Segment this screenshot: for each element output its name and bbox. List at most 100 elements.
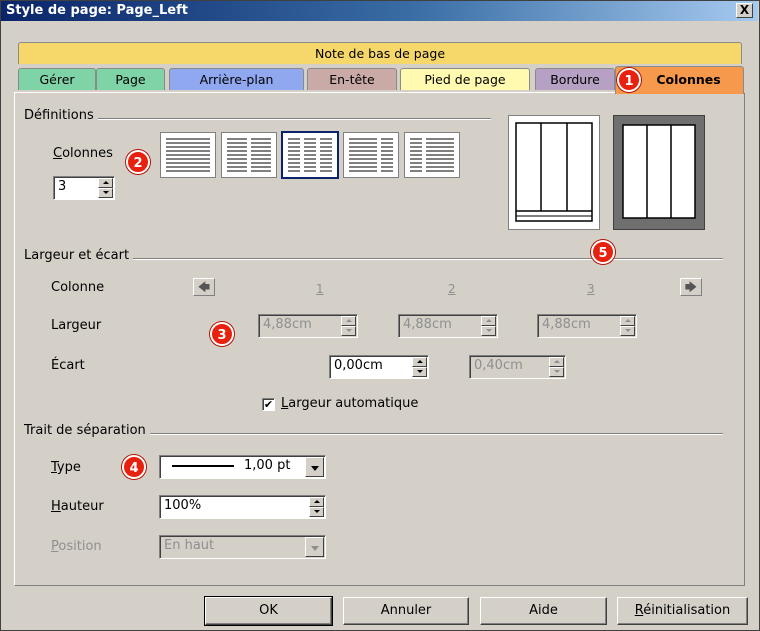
annotation-badge-1: 1 xyxy=(617,68,641,92)
auto-width-checkbox[interactable]: ✔ xyxy=(262,398,275,411)
layout-3-icon xyxy=(288,138,332,172)
help-label: Aide xyxy=(529,603,558,618)
tab-manage-label: Gérer xyxy=(39,72,75,87)
page-preview-right xyxy=(613,115,705,230)
column-number-1: 1 xyxy=(316,282,324,296)
layout-2-columns[interactable] xyxy=(221,132,277,178)
separator-title: Trait de séparation xyxy=(24,423,150,438)
columns-value: 3 xyxy=(58,179,67,194)
arrow-right-icon: 🡆 xyxy=(684,280,698,294)
layout-2-columns-left-wide[interactable] xyxy=(343,132,399,178)
layout-1-column[interactable] xyxy=(160,132,216,178)
spin-up-icon[interactable] xyxy=(341,316,356,326)
spacing-label: Écart xyxy=(51,358,85,373)
reset-accel: R xyxy=(634,603,644,618)
chevron-down-icon[interactable] xyxy=(305,537,324,557)
width-3-value: 4,88cm xyxy=(542,317,591,332)
spin-down-icon[interactable] xyxy=(98,188,113,198)
line-type-value: 1,00 pt xyxy=(244,458,291,473)
spin-up-icon[interactable] xyxy=(309,497,324,507)
spin-up-icon[interactable] xyxy=(549,357,564,367)
spin-up-icon[interactable] xyxy=(98,178,113,188)
column-number-3: 3 xyxy=(587,282,595,296)
reset-rest: éinitialisation xyxy=(643,603,731,618)
column-number-2: 2 xyxy=(448,282,456,296)
definitions-title: Définitions xyxy=(24,108,98,123)
auto-width-rest: argeur automatique xyxy=(288,396,419,411)
window-title: Style de page: Page_Left xyxy=(6,3,188,18)
tab-page[interactable]: Page xyxy=(96,68,165,90)
title-bar[interactable]: Style de page: Page_Left xyxy=(1,1,758,21)
layout-5-icon xyxy=(410,138,454,172)
spin-up-icon[interactable] xyxy=(412,357,427,367)
spacing-1-value: 0,00cm xyxy=(334,358,383,373)
type-label-rest: ype xyxy=(56,460,81,475)
layout-3-columns[interactable] xyxy=(281,131,339,179)
annotation-badge-5: 5 xyxy=(591,240,615,264)
columns-stepper[interactable]: 3 xyxy=(53,176,115,200)
column-right-arrow-button[interactable]: 🡆 xyxy=(680,278,702,296)
spacing-2-field[interactable]: 0,40cm xyxy=(469,355,566,379)
spin-up-icon[interactable] xyxy=(481,316,496,326)
close-icon: X xyxy=(739,3,750,17)
height-label-rest: auteur xyxy=(60,499,104,514)
height-value: 100% xyxy=(164,498,202,513)
spin-down-icon[interactable] xyxy=(412,367,427,377)
close-button[interactable]: X xyxy=(736,3,753,18)
page-preview-left xyxy=(508,115,600,230)
spin-down-icon[interactable] xyxy=(620,326,635,336)
tab-background[interactable]: Arrière-plan xyxy=(169,68,304,90)
spin-down-icon[interactable] xyxy=(341,326,356,336)
arrow-left-icon: 🡄 xyxy=(197,280,211,294)
width-2-field[interactable]: 4,88cm xyxy=(398,314,498,338)
columns-label-rest: olonnes xyxy=(62,146,113,161)
spin-down-icon[interactable] xyxy=(481,326,496,336)
width-1-field[interactable]: 4,88cm xyxy=(258,314,358,338)
type-label: Type xyxy=(51,460,81,475)
position-label: Position xyxy=(51,539,102,554)
columns-label-accel: C xyxy=(53,146,63,161)
reset-button[interactable]: Réinitialisation xyxy=(617,597,748,625)
tab-borders[interactable]: Bordure xyxy=(535,68,615,90)
width-2-value: 4,88cm xyxy=(403,317,452,332)
position-value: En haut xyxy=(164,538,215,553)
height-stepper[interactable]: 100% xyxy=(159,495,326,519)
layout-2-icon xyxy=(227,138,271,172)
auto-width-label[interactable]: Largeur automatique xyxy=(281,396,418,411)
position-select[interactable]: En haut xyxy=(159,535,326,559)
column-label: Colonne xyxy=(51,280,105,295)
annotation-badge-4: 4 xyxy=(122,455,146,479)
ok-label: OK xyxy=(259,603,278,618)
tab-footnote[interactable]: Note de bas de page xyxy=(18,42,742,64)
line-type-select[interactable]: 1,00 pt xyxy=(159,455,326,479)
column-left-arrow-button[interactable]: 🡄 xyxy=(193,278,215,296)
tab-columns-label: Colonnes xyxy=(656,72,721,87)
tab-footer[interactable]: Pied de page xyxy=(400,68,530,90)
spacing-2-value: 0,40cm xyxy=(474,358,523,373)
spin-down-icon[interactable] xyxy=(549,367,564,377)
ok-button[interactable]: OK xyxy=(204,596,333,626)
height-label-accel: H xyxy=(51,499,61,514)
tab-page-label: Page xyxy=(115,72,146,87)
tab-footnote-label: Note de bas de page xyxy=(314,46,446,61)
chevron-down-icon[interactable] xyxy=(305,457,324,477)
help-button[interactable]: Aide xyxy=(480,597,607,625)
line-sample-icon xyxy=(172,464,234,467)
tab-manage[interactable]: Gérer xyxy=(18,68,96,90)
tab-footer-label: Pied de page xyxy=(424,72,506,87)
width-3-field[interactable]: 4,88cm xyxy=(537,314,637,338)
columns-label: Colonnes xyxy=(53,146,113,161)
position-label-rest: osition xyxy=(58,539,102,554)
height-label: Hauteur xyxy=(51,499,104,514)
spin-up-icon[interactable] xyxy=(620,316,635,326)
checkmark-icon: ✔ xyxy=(263,398,274,411)
layout-2-columns-right-wide[interactable] xyxy=(404,132,460,178)
tab-header[interactable]: En-tête xyxy=(307,68,397,90)
cancel-button[interactable]: Annuler xyxy=(343,597,469,625)
tab-header-label: En-tête xyxy=(329,72,375,87)
spacing-1-field[interactable]: 0,00cm xyxy=(329,355,429,379)
width-label: Largeur xyxy=(51,318,102,333)
width-spacing-title: Largeur et écart xyxy=(24,248,134,263)
annotation-badge-3: 3 xyxy=(210,322,234,346)
spin-down-icon[interactable] xyxy=(309,507,324,517)
